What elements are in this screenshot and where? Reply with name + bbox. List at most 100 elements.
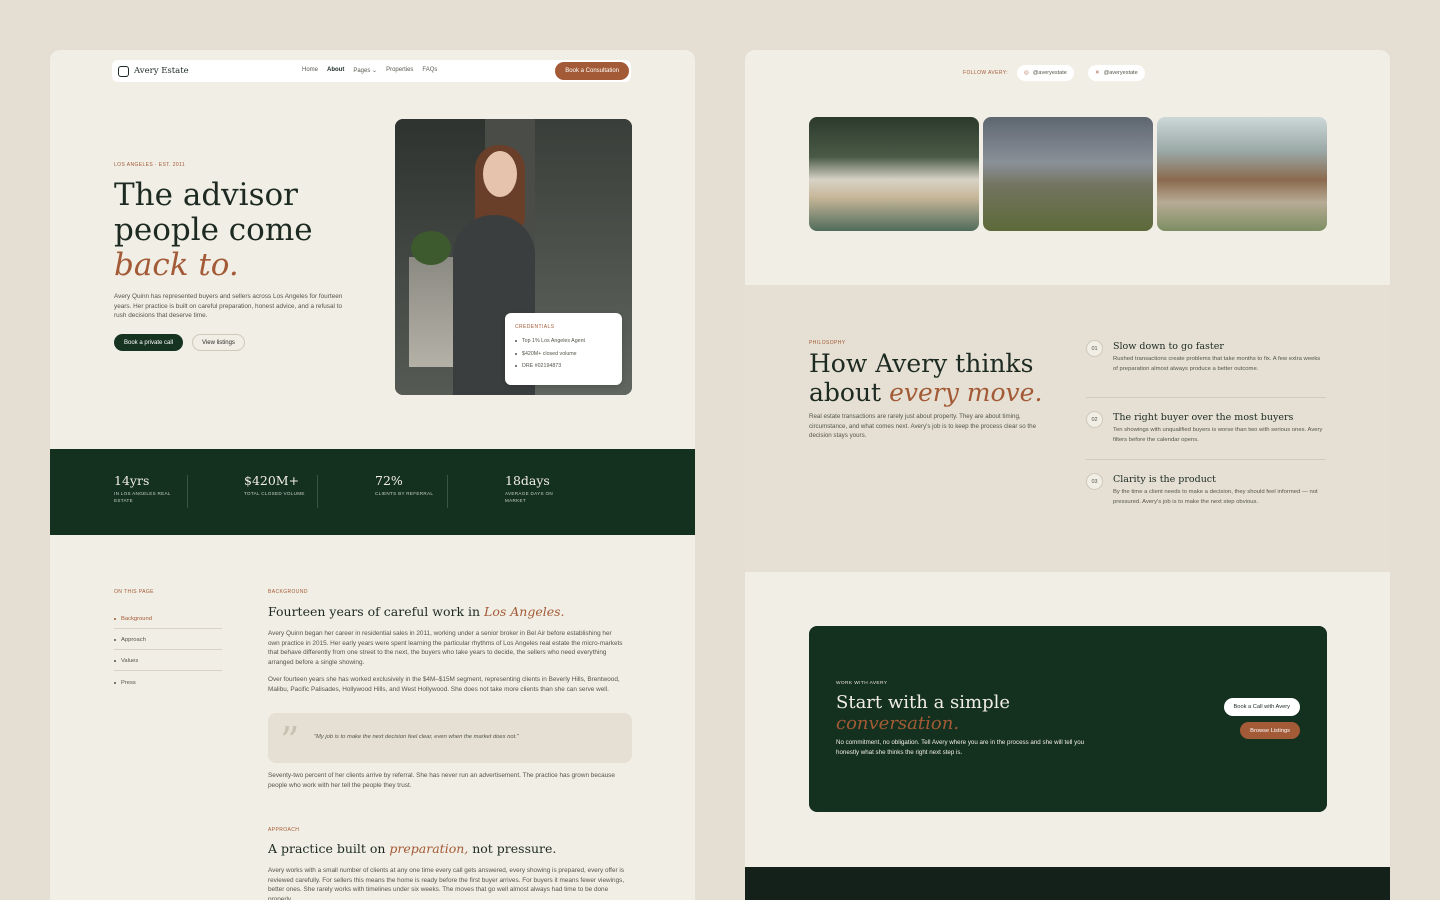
- philosophy-title-italic: every move.: [889, 378, 1043, 407]
- nav-link-pages-label: Pages: [353, 68, 371, 74]
- hero-title: The advisor people come back to.: [114, 178, 374, 283]
- hero-body: Avery Quinn has represented buyers and s…: [114, 293, 343, 319]
- property-photo-3[interactable]: [1157, 117, 1327, 231]
- nav-link-faqs[interactable]: FAQs: [422, 67, 437, 74]
- about-page-panel: Avery Estate Home About Pages ⌄ Properti…: [50, 50, 695, 900]
- principle-desc: Rushed transactions create problems that…: [1113, 356, 1321, 372]
- stat-years: 14yrs IN LOS ANGELES REAL ESTATE: [114, 473, 178, 504]
- stat-referral: 72% CLIENTS BY REFERRAL: [375, 473, 455, 498]
- logo-text: Avery Estate: [134, 66, 189, 76]
- principle-title: Slow down to go faster: [1113, 341, 1224, 352]
- credential-item: Top 1% Los Angeles Agent: [515, 335, 612, 348]
- quote-mark-icon: ”: [280, 719, 300, 763]
- stat-divider: [317, 475, 318, 508]
- approach-title: A practice built on preparation, not pre…: [268, 841, 556, 856]
- principle-title: Clarity is the product: [1113, 474, 1216, 485]
- portrait-plant: [411, 231, 451, 265]
- follow-label-text: FOLLOW AVERY: [963, 70, 1007, 76]
- approach-title-b: not pressure.: [468, 841, 557, 856]
- cta-body: No commitment, no obligation. Tell Avery…: [836, 739, 1085, 756]
- credential-item: DRE #02194873: [515, 360, 612, 373]
- on-this-page-label: ON THIS PAGE: [114, 589, 154, 595]
- logo[interactable]: Avery Estate: [118, 65, 189, 77]
- toc-item-values[interactable]: Values: [114, 651, 222, 671]
- book-call-button[interactable]: Book a Call with Avery: [1223, 698, 1300, 716]
- nav-link-pages[interactable]: Pages ⌄: [353, 67, 377, 74]
- chevron-down-icon: ⌄: [372, 68, 378, 74]
- philosophy-title-line2: about: [809, 378, 890, 407]
- approach-eyebrow: APPROACH: [268, 827, 300, 833]
- cta-eyebrow: WORK WITH AVERY: [836, 681, 888, 686]
- principle-divider: [1086, 397, 1326, 398]
- hero-title-line3: back to.: [114, 247, 239, 283]
- stat-divider: [447, 475, 448, 508]
- credentials-list: Top 1% Los Angeles Agent $420M+ closed v…: [515, 335, 612, 373]
- portrait-face: [483, 151, 517, 197]
- principle-number: 01: [1086, 340, 1103, 357]
- property-photo-1[interactable]: [809, 117, 979, 231]
- cta-title: Start with a simple conversation.: [836, 692, 1010, 734]
- background-title: Fourteen years of careful work in Los An…: [268, 604, 565, 619]
- browse-listings-button[interactable]: Browse Listings: [1240, 722, 1300, 739]
- stat-volume: $420M+ TOTAL CLOSED VOLUME: [244, 473, 324, 498]
- book-private-call-button[interactable]: Book a private call: [114, 334, 184, 351]
- stat-value: $420M+: [244, 473, 300, 488]
- toc-item-background[interactable]: Background: [114, 609, 222, 629]
- stat-days: 18days AVERAGE DAYS ON MARKET: [505, 473, 565, 504]
- stat-divider: [187, 475, 188, 508]
- approach-paragraph: Avery works with a small number of clien…: [268, 867, 625, 900]
- approach-title-italic: preparation,: [389, 841, 469, 856]
- book-consultation-button[interactable]: Book a Consultation: [555, 62, 629, 80]
- instagram-handle: @averyestate: [1032, 70, 1067, 76]
- stats-band: 14yrs IN LOS ANGELES REAL ESTATE $420M+ …: [50, 449, 695, 535]
- pull-quote-text: "My job is to make the next decision fee…: [314, 734, 519, 740]
- portrait-planter: [409, 257, 455, 367]
- background-paragraph-1: Avery Quinn began her career in resident…: [268, 630, 623, 666]
- stat-label: AVERAGE DAYS ON MARKET: [505, 491, 553, 503]
- approach-title-a: A practice built on: [268, 841, 390, 856]
- hero-title-line1: The advisor: [114, 177, 298, 213]
- philosophy-section: PHILOSOPHY How Avery thinks about every …: [745, 285, 1390, 572]
- background-eyebrow: BACKGROUND: [268, 589, 308, 595]
- principle-number: 02: [1086, 411, 1103, 428]
- principle-desc: By the time a client needs to make a dec…: [1113, 489, 1318, 505]
- philosophy-eyebrow: PHILOSOPHY: [809, 340, 846, 346]
- cta-title-line1: Start with a simple: [836, 692, 1011, 713]
- background-title-text: Fourteen years of careful work in: [268, 604, 485, 619]
- stat-label: CLIENTS BY REFERRAL: [375, 491, 434, 496]
- footer-band: [745, 867, 1390, 900]
- pull-quote: ” "My job is to make the next decision f…: [268, 713, 632, 763]
- hero-eyebrow: LOS ANGELES · EST. 2011: [114, 162, 186, 168]
- x-icon: ✕: [1095, 70, 1100, 76]
- instagram-icon: ◎: [1024, 70, 1029, 76]
- view-listings-button[interactable]: View listings: [192, 334, 245, 351]
- x-link[interactable]: ✕ @averyestate: [1088, 65, 1145, 81]
- background-paragraph-3: Seventy-two percent of her clients arriv…: [268, 772, 615, 789]
- cta-card: WORK WITH AVERY Start with a simple conv…: [809, 626, 1327, 812]
- nav-links: Home About Pages ⌄ Properties FAQs: [302, 67, 437, 74]
- home-page-panel: FOLLOW AVERY: ◎ @averyestate ✕ @averyest…: [745, 50, 1390, 900]
- toc-item-press[interactable]: Press: [114, 673, 222, 693]
- stat-value: 72%: [375, 473, 403, 488]
- background-title-italic: Los Angeles.: [484, 604, 565, 619]
- stat-label: TOTAL CLOSED VOLUME: [244, 491, 305, 496]
- nav-link-home[interactable]: Home: [302, 67, 318, 74]
- philosophy-title-line1: How Avery thinks: [809, 349, 1034, 378]
- hero-title-line2: people come: [114, 212, 313, 248]
- nav-link-properties[interactable]: Properties: [386, 67, 413, 74]
- nav-link-about[interactable]: About: [327, 67, 344, 74]
- cta-title-italic: conversation.: [836, 713, 960, 734]
- credential-item: $420M+ closed volume: [515, 348, 612, 361]
- follow-label: FOLLOW AVERY:: [963, 70, 1009, 76]
- principle-number: 03: [1086, 473, 1103, 490]
- x-handle: @averyestate: [1103, 70, 1138, 76]
- principle-divider: [1086, 459, 1326, 460]
- top-nav: Avery Estate Home About Pages ⌄ Properti…: [112, 60, 631, 82]
- property-photo-2[interactable]: [983, 117, 1153, 231]
- principle-desc: Ten showings with unqualified buyers is …: [1113, 427, 1323, 443]
- principle-title: The right buyer over the most buyers: [1113, 412, 1294, 423]
- toc-item-approach[interactable]: Approach: [114, 630, 222, 650]
- house-icon: [118, 65, 129, 77]
- instagram-link[interactable]: ◎ @averyestate: [1017, 65, 1074, 81]
- philosophy-body: Real estate transactions are rarely just…: [809, 413, 1037, 439]
